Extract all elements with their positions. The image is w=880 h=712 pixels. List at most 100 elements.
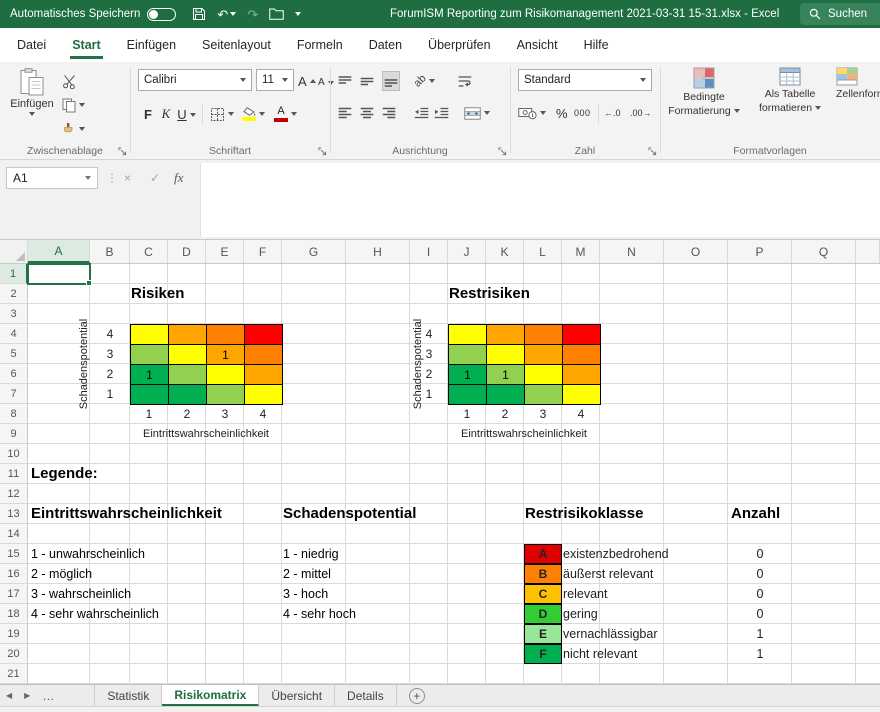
underline-button[interactable]: U [174, 103, 190, 125]
cut-button[interactable] [62, 71, 77, 91]
sheet-tab-details[interactable]: Details [335, 685, 397, 706]
matrix-cell-sp3-ew4[interactable] [563, 345, 601, 365]
font-name-combo[interactable]: Calibri [138, 69, 252, 91]
matrix-cell-sp3-ew2[interactable] [487, 345, 525, 365]
dialog-launcher-icon[interactable] [317, 146, 327, 156]
insert-function-button[interactable]: fx [174, 167, 183, 189]
orientation-button[interactable]: ab [414, 71, 435, 91]
row-header-10[interactable]: 10 [0, 444, 28, 464]
matrix-cell-sp4-ew2[interactable] [169, 325, 207, 345]
matrix-cell-sp2-ew2[interactable] [169, 365, 207, 385]
matrix-cell-sp2-ew4[interactable] [245, 365, 283, 385]
row-header-21[interactable]: 21 [0, 664, 28, 684]
matrix-cell-sp2-ew2[interactable]: 1 [487, 365, 525, 385]
paste-button[interactable]: Einfügen [8, 66, 56, 140]
matrix-cell-sp1-ew2[interactable] [169, 385, 207, 405]
matrix-cell-sp1-ew3[interactable] [207, 385, 245, 405]
autosave-switch-icon[interactable] [147, 8, 176, 21]
matrix-cell-sp3-ew3[interactable]: 1 [207, 345, 245, 365]
align-top-button[interactable] [338, 71, 352, 91]
more-sheets-indicator[interactable]: … [36, 685, 60, 706]
conditional-formatting-button[interactable]: Bedingte Formatierung [664, 67, 744, 145]
row-header-16[interactable]: 16 [0, 564, 28, 584]
row-header-7[interactable]: 7 [0, 384, 28, 404]
cancel-button[interactable]: × [124, 167, 131, 189]
search-box[interactable]: Suchen [800, 3, 880, 25]
matrix-cell-sp1-ew1[interactable] [131, 385, 169, 405]
name-box[interactable]: A1 [6, 167, 98, 189]
decrease-indent-button[interactable] [414, 103, 429, 123]
sheet-tab-risikomatrix[interactable]: Risikomatrix [162, 685, 259, 706]
customize-qat-button[interactable] [295, 12, 301, 16]
increase-decimal-button[interactable]: ←.0 [604, 103, 621, 123]
menu-tab-seitenlayout[interactable]: Seitenlayout [189, 28, 284, 62]
row-header-4[interactable]: 4 [0, 324, 28, 344]
matrix-cell-sp2-ew1[interactable]: 1 [449, 365, 487, 385]
align-left-button[interactable] [338, 103, 352, 123]
column-header-l[interactable]: L [524, 240, 562, 263]
matrix-cell-sp3-ew1[interactable] [131, 345, 169, 365]
cell-styles-button[interactable]: Zellenformatvorlagen [836, 67, 880, 145]
row-header-20[interactable]: 20 [0, 644, 28, 664]
matrix-cell-sp4-ew3[interactable] [207, 325, 245, 345]
menu-tab-ansicht[interactable]: Ansicht [504, 28, 571, 62]
matrix-cell-sp4-ew1[interactable] [131, 325, 169, 345]
column-header-q[interactable]: Q [792, 240, 856, 263]
column-header-e[interactable]: E [206, 240, 244, 263]
percent-style-button[interactable]: % [556, 103, 568, 123]
redo-button[interactable]: ↷ [247, 8, 258, 21]
matrix-cell-sp3-ew3[interactable] [525, 345, 563, 365]
comma-style-button[interactable]: 000 [574, 103, 591, 123]
sheet-tab-statistik[interactable]: Statistik [95, 685, 162, 706]
align-bottom-button[interactable] [382, 71, 400, 91]
sheet-tab-übersicht[interactable]: Übersicht [259, 685, 335, 706]
matrix-cell-sp1-ew1[interactable] [449, 385, 487, 405]
matrix-cell-sp1-ew2[interactable] [487, 385, 525, 405]
matrix-cell-sp4-ew1[interactable] [449, 325, 487, 345]
row-header-5[interactable]: 5 [0, 344, 28, 364]
increase-indent-button[interactable] [434, 103, 449, 123]
merge-center-button[interactable] [464, 103, 490, 123]
matrix-cell-sp4-ew2[interactable] [487, 325, 525, 345]
column-header-n[interactable]: N [600, 240, 664, 263]
column-header-p[interactable]: P [728, 240, 792, 263]
borders-button[interactable] [210, 104, 234, 124]
matrix-cell-sp4-ew4[interactable] [245, 325, 283, 345]
column-header-f[interactable]: F [244, 240, 282, 263]
menu-tab-überprüfen[interactable]: Überprüfen [415, 28, 504, 62]
new-sheet-button[interactable]: + [409, 688, 425, 704]
decrease-decimal-button[interactable]: .00→ [630, 103, 652, 123]
folder-button[interactable] [269, 8, 284, 20]
enter-button[interactable]: ✓ [150, 167, 160, 189]
column-header-i[interactable]: I [410, 240, 448, 263]
row-header-12[interactable]: 12 [0, 484, 28, 504]
autosave-toggle[interactable]: Automatisches Speichern [0, 8, 186, 21]
row-header-13[interactable]: 13 [0, 504, 28, 524]
matrix-cell-sp4-ew4[interactable] [563, 325, 601, 345]
menu-tab-start[interactable]: Start [59, 28, 113, 62]
fill-handle[interactable] [86, 280, 92, 286]
chevron-down-icon[interactable] [190, 113, 196, 117]
font-size-combo[interactable]: 11 [256, 69, 294, 91]
row-header-6[interactable]: 6 [0, 364, 28, 384]
copy-button[interactable] [62, 95, 85, 115]
column-header-partial[interactable] [856, 240, 880, 263]
increase-font-button[interactable]: A [298, 71, 316, 91]
accounting-format-button[interactable] [518, 103, 546, 123]
dialog-launcher-icon[interactable] [497, 146, 507, 156]
matrix-cell-sp1-ew3[interactable] [525, 385, 563, 405]
matrix-cell-sp1-ew4[interactable] [563, 385, 601, 405]
align-right-button[interactable] [382, 103, 396, 123]
formula-input[interactable] [200, 163, 880, 237]
align-middle-button[interactable] [360, 71, 374, 91]
matrix-cell-sp4-ew3[interactable] [525, 325, 563, 345]
undo-button[interactable]: ↶ [217, 8, 236, 21]
matrix-cell-sp2-ew4[interactable] [563, 365, 601, 385]
select-all-corner[interactable] [0, 240, 28, 263]
italic-button[interactable]: K [158, 103, 174, 125]
column-header-o[interactable]: O [664, 240, 728, 263]
menu-tab-daten[interactable]: Daten [356, 28, 415, 62]
matrix-cell-sp2-ew1[interactable]: 1 [131, 365, 169, 385]
save-button[interactable] [192, 7, 206, 21]
fill-color-button[interactable] [242, 104, 265, 124]
